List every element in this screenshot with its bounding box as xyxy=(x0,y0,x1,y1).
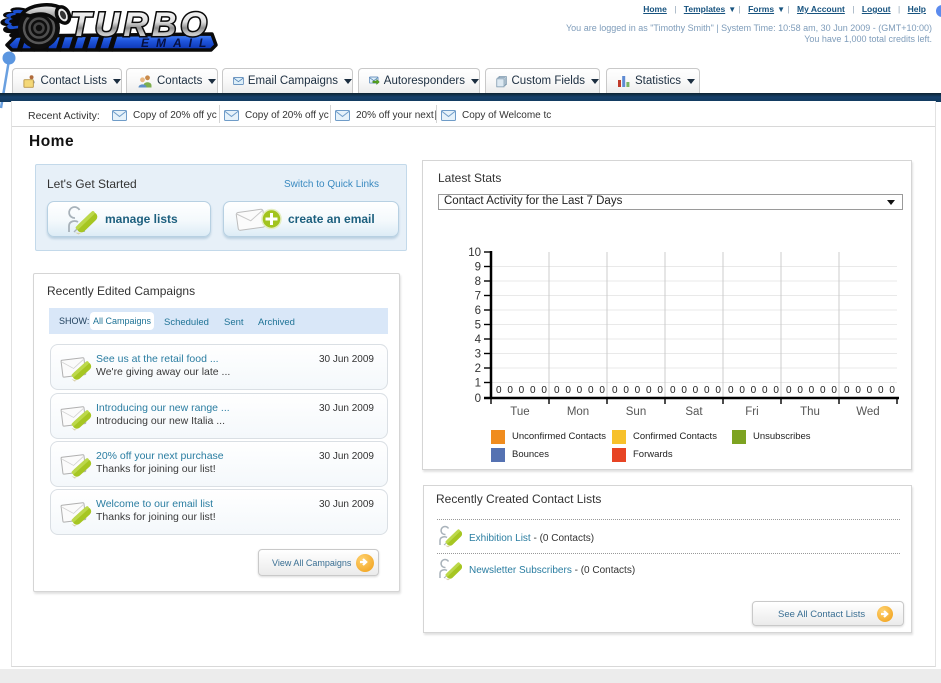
svg-text:Sun: Sun xyxy=(626,406,646,418)
svg-text:9: 9 xyxy=(475,262,481,274)
svg-text:Sat: Sat xyxy=(685,406,703,418)
svg-text:Mon: Mon xyxy=(567,406,589,418)
svg-text:0 0 0 0 0: 0 0 0 0 0 xyxy=(728,385,780,396)
svg-text:10: 10 xyxy=(468,247,481,259)
svg-text:1: 1 xyxy=(475,378,481,390)
svg-text:Tue: Tue xyxy=(510,406,529,418)
svg-text:0 0 0 0 0: 0 0 0 0 0 xyxy=(554,385,606,396)
svg-text:0 0 0 0 0: 0 0 0 0 0 xyxy=(496,385,548,396)
svg-text:Wed: Wed xyxy=(856,406,879,418)
svg-text:3: 3 xyxy=(475,349,481,361)
svg-text:Thu: Thu xyxy=(800,406,820,418)
svg-text:2: 2 xyxy=(475,363,481,375)
svg-text:0 0 0 0 0: 0 0 0 0 0 xyxy=(612,385,664,396)
svg-text:0: 0 xyxy=(475,393,481,405)
svg-text:4: 4 xyxy=(475,334,482,346)
svg-text:7: 7 xyxy=(475,291,481,303)
svg-text:0 0 0 0 0: 0 0 0 0 0 xyxy=(844,385,896,396)
svg-text:6: 6 xyxy=(475,305,481,317)
svg-text:5: 5 xyxy=(475,320,481,332)
svg-text:0 0 0 0 0: 0 0 0 0 0 xyxy=(786,385,838,396)
svg-text:0 0 0 0 0: 0 0 0 0 0 xyxy=(670,385,722,396)
svg-text:TURBO: TURBO xyxy=(70,6,211,44)
svg-text:8: 8 xyxy=(475,276,481,288)
svg-text:Fri: Fri xyxy=(745,406,758,418)
